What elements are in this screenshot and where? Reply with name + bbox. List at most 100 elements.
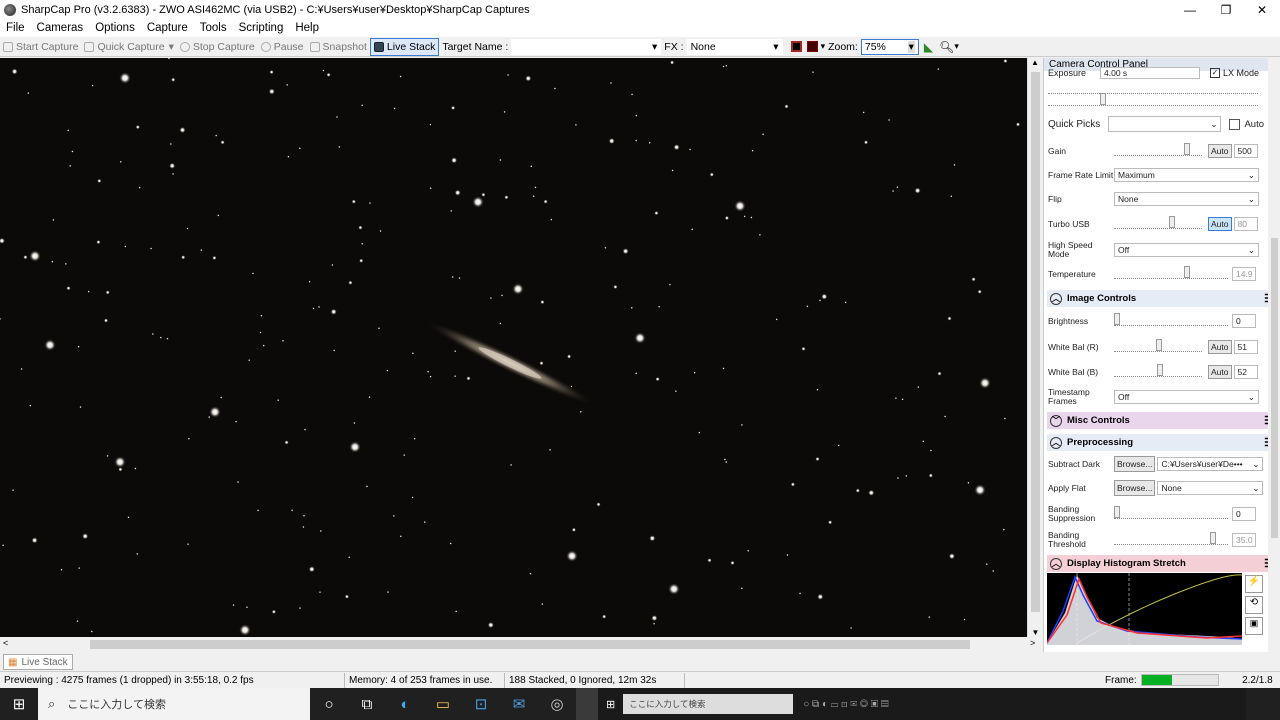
histogram-stretch-header[interactable]: ︿ Display Histogram Stretch ☰: [1047, 555, 1278, 572]
task-view-icon[interactable]: ⧉: [348, 688, 386, 720]
pause-button[interactable]: Pause: [258, 38, 307, 56]
live-stack-tab[interactable]: ▦ Live Stack: [3, 654, 73, 670]
turbo-usb-slider[interactable]: [1114, 216, 1202, 229]
cortana-icon[interactable]: ○: [310, 688, 348, 720]
turbo-usb-auto-button[interactable]: Auto: [1208, 217, 1232, 231]
menu-capture[interactable]: Capture: [141, 22, 194, 34]
horizontal-scroll-thumb[interactable]: [90, 640, 970, 649]
horizontal-scrollbar[interactable]: < >: [0, 637, 1042, 652]
brightness-slider-knob[interactable]: [1114, 313, 1120, 325]
gain-slider[interactable]: [1114, 143, 1202, 156]
subtract-dark-select[interactable]: C:¥Users¥user¥De••• ⌄: [1157, 457, 1264, 471]
image-controls-header[interactable]: ︿ Image Controls ☰: [1047, 290, 1278, 307]
target-name-select[interactable]: ▾: [511, 38, 662, 55]
subtract-dark-browse-button[interactable]: Browse...: [1114, 456, 1156, 472]
apply-flat-browse-button[interactable]: Browse...: [1114, 480, 1156, 496]
banding-suppression-slider-knob[interactable]: [1114, 506, 1120, 518]
misc-controls-header[interactable]: ﹀ Misc Controls ☰: [1047, 412, 1278, 429]
panel-scroll-thumb[interactable]: [1271, 238, 1278, 538]
gain-input[interactable]: 500: [1233, 144, 1258, 158]
menu-cameras[interactable]: Cameras: [31, 22, 90, 34]
mail-icon[interactable]: ✉: [500, 688, 538, 720]
turbo-usb-input[interactable]: 80: [1233, 217, 1258, 231]
timestamp-frames-select[interactable]: Off ⌄: [1114, 390, 1259, 404]
white-bal-b-slider[interactable]: [1114, 364, 1202, 377]
minimize-button[interactable]: —: [1172, 0, 1208, 19]
gain-auto-button[interactable]: Auto: [1208, 144, 1232, 158]
exposure-slider[interactable]: [1048, 93, 1258, 106]
reset-icon[interactable]: ⟲: [1245, 596, 1263, 614]
banding-threshold-slider[interactable]: [1114, 532, 1228, 545]
white-bal-r-input[interactable]: 51: [1233, 340, 1258, 354]
temperature-slider: [1114, 266, 1228, 279]
scroll-up-icon[interactable]: ▲: [1028, 58, 1042, 67]
snapshot-button[interactable]: Snapshot: [307, 38, 370, 56]
menu-tools[interactable]: Tools: [194, 22, 233, 34]
store-icon[interactable]: ⊡: [462, 688, 500, 720]
auto-stretch-icon[interactable]: ⚡: [1245, 575, 1263, 593]
stop-capture-button[interactable]: Stop Capture: [177, 38, 258, 56]
sharpcap-taskbar-icon[interactable]: ◎: [538, 688, 576, 720]
save-icon[interactable]: ▣: [1245, 617, 1263, 635]
maximize-button[interactable]: ❐: [1208, 0, 1244, 19]
menu-help[interactable]: Help: [289, 22, 325, 34]
quick-capture-button[interactable]: Quick Capture ▾: [81, 38, 176, 56]
menu-file[interactable]: File: [0, 22, 31, 34]
star: [635, 139, 638, 142]
vertical-scroll-thumb[interactable]: [1031, 72, 1040, 612]
collapse-icon[interactable]: ︿: [1050, 557, 1062, 570]
live-image-viewport[interactable]: [0, 58, 1027, 637]
quick-picks-auto-checkbox[interactable]: [1229, 118, 1241, 130]
scroll-right-icon[interactable]: >: [1030, 638, 1035, 648]
star: [454, 350, 457, 353]
exposure-slider-top[interactable]: [1048, 84, 1258, 94]
close-button[interactable]: ✕: [1244, 0, 1280, 19]
turbo-usb-slider-knob[interactable]: [1169, 216, 1175, 228]
fx-select[interactable]: None ▾: [686, 38, 783, 55]
zoom-select[interactable]: 75% ▾: [860, 38, 919, 55]
white-bal-b-slider-knob[interactable]: [1157, 364, 1163, 376]
live-stack-button[interactable]: Live Stack: [369, 37, 440, 56]
preprocessing-header[interactable]: ︿ Preprocessing ☰: [1047, 434, 1278, 451]
collapse-icon[interactable]: ︿: [1050, 436, 1062, 449]
frame-rate-select[interactable]: Maximum ⌄: [1114, 168, 1259, 182]
chevron-down-icon[interactable]: ▾: [954, 41, 959, 52]
collapse-icon[interactable]: ︿: [1050, 292, 1062, 305]
brightness-input[interactable]: 0: [1232, 314, 1256, 328]
flip-select[interactable]: None ⌄: [1114, 192, 1259, 206]
histogram-display[interactable]: [1046, 573, 1243, 645]
scroll-down-icon[interactable]: ▼: [1028, 628, 1043, 637]
windows-start-icon[interactable]: ⊞: [0, 688, 38, 720]
white-bal-b-auto-button[interactable]: Auto: [1208, 365, 1232, 379]
file-explorer-icon[interactable]: ▭: [424, 688, 462, 720]
menu-options[interactable]: Options: [89, 22, 141, 34]
lx-mode-checkbox[interactable]: ✓: [1210, 68, 1220, 78]
white-bal-r-auto-button[interactable]: Auto: [1208, 340, 1232, 354]
histogram-icon[interactable]: ◣: [924, 40, 933, 54]
taskbar-search[interactable]: ⌕ ここに入力して検索: [38, 688, 310, 720]
crosshair-icon[interactable]: [806, 41, 818, 52]
banding-threshold-slider-knob[interactable]: [1210, 532, 1216, 544]
exposure-input[interactable]: 4.00 s: [1100, 67, 1200, 79]
banding-threshold-input[interactable]: 35.0: [1232, 533, 1256, 547]
white-bal-r-slider[interactable]: [1114, 339, 1202, 352]
white-bal-b-input[interactable]: 52: [1233, 365, 1258, 379]
gain-slider-knob[interactable]: [1184, 143, 1190, 155]
edge-icon[interactable]: ◐: [386, 688, 424, 720]
brightness-slider[interactable]: [1114, 313, 1228, 326]
high-speed-mode-select[interactable]: Off ⌄: [1114, 243, 1259, 257]
scroll-left-icon[interactable]: <: [3, 638, 8, 648]
start-capture-button[interactable]: Start Capture: [0, 38, 81, 56]
banding-suppression-slider[interactable]: [1114, 506, 1228, 519]
menu-scripting[interactable]: Scripting: [233, 22, 290, 34]
zoom-icon[interactable]: 🔍︎: [939, 40, 954, 54]
panel-scrollbar[interactable]: [1268, 58, 1280, 652]
reticle-icon[interactable]: [790, 41, 802, 52]
vertical-scrollbar[interactable]: ▲ ▼: [1027, 58, 1042, 637]
white-bal-r-slider-knob[interactable]: [1156, 339, 1162, 351]
expand-icon[interactable]: ﹀: [1050, 414, 1062, 427]
quick-picks-select[interactable]: ⌄: [1107, 116, 1222, 132]
banding-suppression-input[interactable]: 0: [1232, 507, 1256, 521]
apply-flat-select[interactable]: None ⌄: [1157, 481, 1264, 495]
exposure-slider-knob[interactable]: [1100, 93, 1106, 105]
